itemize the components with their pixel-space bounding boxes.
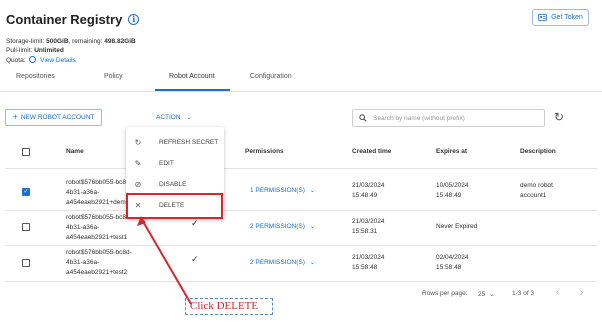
chevron-down-icon: ⌄ bbox=[489, 291, 495, 298]
chevron-down-icon: ⌄ bbox=[309, 259, 316, 266]
delete-highlight-box bbox=[126, 193, 223, 219]
tab-configuration[interactable]: Configuration bbox=[250, 73, 292, 80]
column-header-created[interactable]: Created time bbox=[352, 148, 391, 155]
permissions-dropdown[interactable]: 2 PERMISSION(S) ⌄ bbox=[250, 222, 315, 232]
column-header-name[interactable]: Name bbox=[66, 148, 84, 155]
search-input[interactable]: Search by name (without prefix) bbox=[352, 109, 545, 127]
rows-per-page-label: Rows per page: bbox=[422, 290, 468, 297]
user-card-icon bbox=[538, 13, 547, 22]
chevron-down-icon: ⌄ bbox=[309, 223, 316, 230]
created-time: 21/03/2024 15:58:31 bbox=[352, 218, 385, 235]
menu-item-edit[interactable]: ✎ EDIT bbox=[126, 154, 224, 172]
menu-item-disable[interactable]: ⊘ DISABLE bbox=[126, 175, 224, 193]
created-time: 21/03/2024 15:48:49 bbox=[352, 182, 385, 199]
tab-bar: Repositories Policy Robot Account Config… bbox=[0, 70, 602, 92]
enabled-check-icon: ✓ bbox=[191, 218, 199, 228]
row-divider bbox=[5, 210, 597, 211]
pagination-range: 1-3 of 3 bbox=[512, 290, 535, 297]
row-checkbox[interactable] bbox=[22, 259, 30, 267]
row-checkbox[interactable]: ✓ bbox=[22, 188, 30, 196]
active-tab-indicator bbox=[155, 89, 230, 91]
description: demo robot account1 bbox=[520, 182, 553, 199]
robot-name: robot$576bb055-bc8 4b31-a36a- a454eaeb29… bbox=[66, 214, 128, 241]
annotation-label: Click DELETE bbox=[190, 300, 259, 312]
action-dropdown-button[interactable]: ACTION ⌄ bbox=[156, 113, 192, 121]
tab-robot-account[interactable]: Robot Account bbox=[169, 73, 215, 80]
column-header-description[interactable]: Description bbox=[520, 148, 556, 155]
column-header-expires[interactable]: Expires at bbox=[436, 148, 467, 155]
search-icon bbox=[359, 114, 367, 122]
page-title-text: Container Registry bbox=[6, 12, 123, 27]
quota-info: Quota: View Details bbox=[6, 56, 76, 64]
robot-name: robot$576bb055-bc8d- 4b31-a36a- a454eaeb… bbox=[66, 249, 132, 276]
created-time: 21/03/2024 15:58:48 bbox=[352, 254, 385, 271]
row-divider bbox=[5, 245, 597, 246]
view-details-link[interactable]: View Details bbox=[40, 57, 76, 64]
permissions-dropdown[interactable]: 2 PERMISSION(S) ⌄ bbox=[250, 258, 315, 268]
new-robot-account-label: NEW ROBOT ACCOUNT bbox=[20, 114, 95, 121]
get-token-label: Get Token bbox=[551, 14, 583, 21]
row-divider bbox=[5, 281, 597, 282]
chevron-down-icon: ⌄ bbox=[186, 114, 192, 121]
column-header-permissions[interactable]: Permissions bbox=[245, 148, 284, 155]
new-robot-account-button[interactable]: + NEW ROBOT ACCOUNT bbox=[5, 109, 102, 126]
page-title: Container Registry i bbox=[6, 12, 140, 27]
expires-at: Never Expired bbox=[436, 223, 478, 230]
expires-at: 10/05/2024 15:48:49 bbox=[436, 182, 469, 199]
tab-repositories[interactable]: Repositories bbox=[16, 73, 55, 80]
disable-icon: ⊘ bbox=[134, 179, 142, 189]
plus-icon: + bbox=[12, 112, 18, 122]
quota-icon bbox=[29, 56, 37, 63]
refresh-icon[interactable]: ↻ bbox=[554, 111, 564, 123]
permissions-dropdown[interactable]: 1 PERMISSION(S) ⌄ bbox=[250, 186, 315, 196]
pull-limit-info: Pull-limit: Unlimited bbox=[6, 47, 64, 54]
menu-item-refresh-secret[interactable]: ↻ REFRESH SECRET bbox=[126, 133, 224, 151]
robot-name: robot$576bb055-bc8 4b31-a36a- a454eaeb29… bbox=[66, 179, 126, 206]
storage-info: Storage-limit: 500GiB, remaining: 498.82… bbox=[6, 38, 136, 45]
select-all-checkbox[interactable] bbox=[22, 148, 30, 156]
get-token-button[interactable]: Get Token bbox=[532, 9, 589, 26]
action-label: ACTION bbox=[156, 114, 181, 121]
next-page-icon[interactable]: › bbox=[580, 287, 583, 298]
robot-account-table: Name Permissions Created time Expires at… bbox=[5, 135, 597, 320]
enabled-check-icon: ✓ bbox=[191, 254, 199, 264]
chevron-down-icon: ⌄ bbox=[309, 187, 316, 194]
prev-page-icon[interactable]: ‹ bbox=[556, 287, 559, 298]
refresh-icon: ↻ bbox=[134, 137, 142, 147]
tab-policy[interactable]: Policy bbox=[104, 73, 123, 80]
expires-at: 02/04/2024 15:58:48 bbox=[436, 254, 469, 271]
info-icon[interactable]: i bbox=[128, 14, 140, 25]
pencil-icon: ✎ bbox=[134, 158, 142, 168]
header-divider bbox=[5, 168, 597, 169]
row-checkbox[interactable] bbox=[22, 223, 30, 231]
search-placeholder: Search by name (without prefix) bbox=[373, 114, 465, 122]
rows-per-page-select[interactable]: 25 ⌄ bbox=[478, 290, 495, 298]
